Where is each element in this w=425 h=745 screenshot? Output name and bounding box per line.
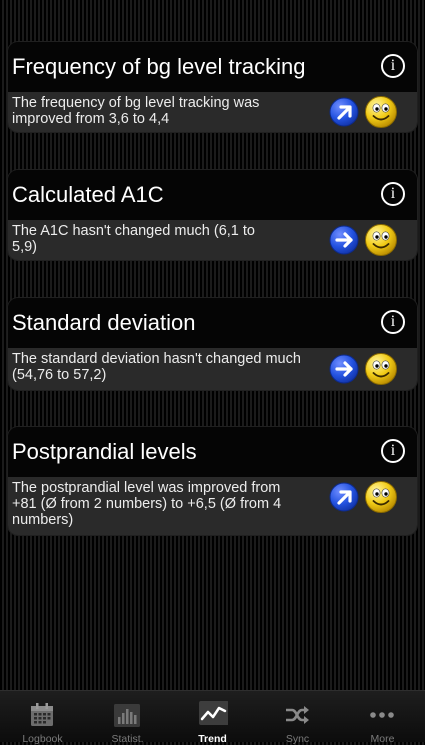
tab-more[interactable]: More (340, 691, 425, 745)
card-description: The frequency of bg level tracking was i… (12, 95, 260, 127)
trend-card-std-deviation: Standard deviation i The standard deviat… (8, 298, 417, 390)
trend-card-a1c: Calculated A1C i The A1C hasn't changed … (8, 170, 417, 260)
bar-chart-icon (114, 704, 140, 727)
tab-label: Trend (198, 733, 227, 745)
card-header: Calculated A1C i (8, 170, 417, 220)
arrow-up-right-icon[interactable] (329, 482, 359, 512)
arrow-right-icon[interactable] (329, 225, 359, 255)
tab-bar: Logbook Statist. Trend Sync More (0, 690, 425, 745)
card-body: The postprandial level was improved from… (8, 477, 417, 535)
tab-statist[interactable]: Statist. (85, 691, 170, 745)
arrow-up-right-icon[interactable] (329, 97, 359, 127)
calendar-icon (31, 703, 53, 726)
trend-card-postprandial: Postprandial levels i The postprandial l… (8, 427, 417, 535)
card-title: Calculated A1C (12, 182, 164, 207)
card-description: The postprandial level was improved from… (12, 480, 282, 528)
info-icon[interactable]: i (381, 182, 405, 206)
more-icon (370, 712, 394, 718)
info-icon[interactable]: i (381, 310, 405, 334)
smiley-icon (364, 352, 398, 386)
card-title: Frequency of bg level tracking (12, 54, 306, 79)
info-icon[interactable]: i (381, 439, 405, 463)
smiley-icon (364, 95, 398, 129)
card-title: Postprandial levels (12, 439, 197, 464)
trend-list: Frequency of bg level tracking i The fre… (0, 0, 425, 690)
trend-card-frequency: Frequency of bg level tracking i The fre… (8, 42, 417, 132)
info-icon[interactable]: i (381, 54, 405, 78)
card-body: The A1C hasn't changed much (6,1 to 5,9) (8, 220, 417, 260)
card-header: Postprandial levels i (8, 427, 417, 477)
tab-logbook[interactable]: Logbook (0, 691, 85, 745)
tab-label: More (370, 733, 395, 745)
card-body: The standard deviation hasn't changed mu… (8, 348, 417, 390)
card-body: The frequency of bg level tracking was i… (8, 92, 417, 132)
tab-label: Logbook (22, 733, 63, 745)
card-description: The standard deviation hasn't changed mu… (12, 351, 301, 383)
card-title: Standard deviation (12, 310, 196, 335)
tab-sync[interactable]: Sync (255, 691, 340, 745)
trend-line-icon (199, 701, 228, 725)
card-header: Frequency of bg level tracking i (8, 42, 417, 92)
smiley-icon (364, 480, 398, 514)
smiley-icon (364, 223, 398, 257)
tab-trend[interactable]: Trend (170, 691, 255, 745)
tab-label: Sync (285, 733, 310, 745)
card-description: The A1C hasn't changed much (6,1 to 5,9) (12, 223, 255, 255)
card-header: Standard deviation i (8, 298, 417, 348)
shuffle-icon (286, 706, 309, 724)
tab-label: Statist. (111, 733, 144, 745)
arrow-right-icon[interactable] (329, 354, 359, 384)
